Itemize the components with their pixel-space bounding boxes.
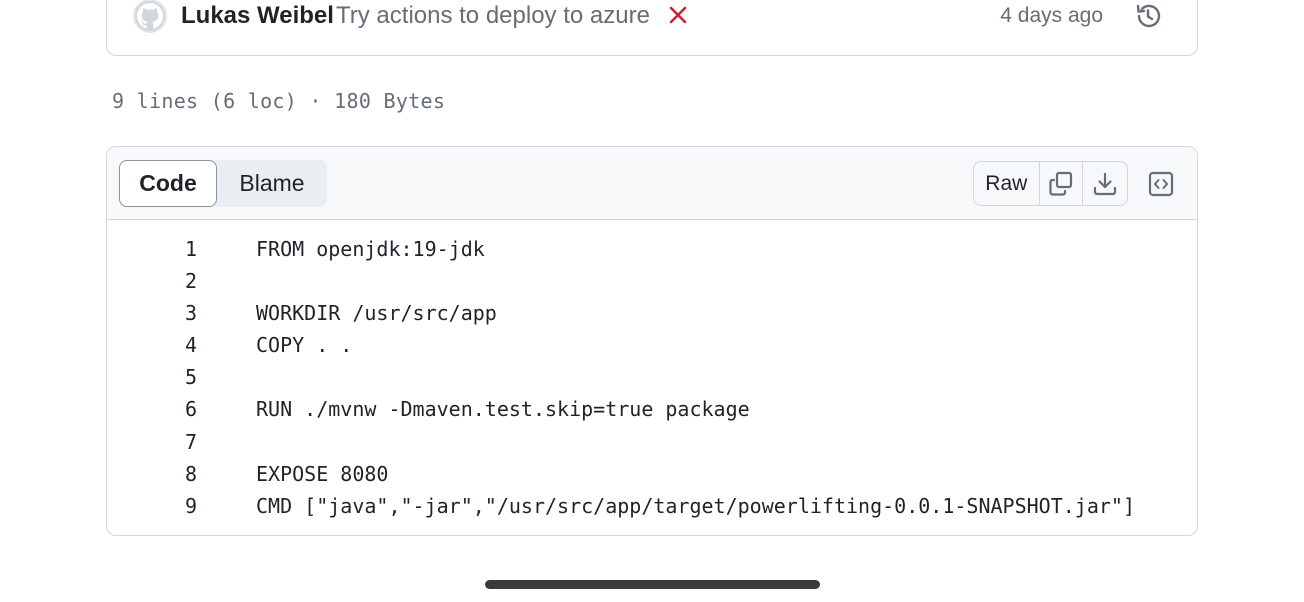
code-line: 7 — [107, 428, 1197, 460]
line-number[interactable]: 1 — [147, 237, 197, 261]
copy-button[interactable] — [1040, 162, 1084, 205]
view-toggle: Code Blame — [119, 160, 327, 207]
commit-time: 4 days ago — [1000, 4, 1103, 27]
line-text: RUN ./mvnw -Dmaven.test.skip=true packag… — [256, 397, 750, 422]
line-number[interactable]: 9 — [147, 494, 197, 518]
line-number[interactable]: 8 — [147, 462, 197, 486]
file-header: Code Blame Raw — [107, 147, 1197, 220]
history-icon[interactable] — [1133, 1, 1163, 31]
commit-author[interactable]: Lukas Weibel — [181, 2, 334, 30]
author-avatar[interactable] — [133, 0, 167, 33]
tab-blame[interactable]: Blame — [217, 160, 327, 207]
line-text: EXPOSE 8080 — [256, 461, 389, 486]
raw-button[interactable]: Raw — [974, 162, 1040, 205]
line-number[interactable]: 3 — [147, 301, 197, 325]
code-line: 1 FROM openjdk:19-jdk — [107, 235, 1197, 267]
line-text: COPY . . — [256, 333, 353, 358]
code-line: 2 — [107, 267, 1197, 299]
line-number[interactable]: 7 — [147, 430, 197, 454]
line-text: FROM openjdk:19-jdk — [256, 237, 485, 261]
code-embed-icon — [1148, 171, 1174, 196]
file-viewer: Code Blame Raw 1 FROM openjdk:19-jdk 2 3… — [106, 146, 1198, 536]
line-number[interactable]: 2 — [147, 269, 197, 293]
download-icon — [1094, 172, 1117, 195]
github-octocat-icon — [137, 3, 163, 29]
code-line: 3 WORKDIR /usr/src/app — [107, 299, 1197, 331]
line-text: CMD ["java","-jar","/usr/src/app/target/… — [256, 493, 1135, 518]
line-number[interactable]: 4 — [147, 333, 197, 357]
code-line: 8 EXPOSE 8080 — [107, 460, 1197, 492]
tab-code[interactable]: Code — [119, 160, 217, 207]
download-button[interactable] — [1083, 162, 1127, 205]
file-info: 9 lines (6 loc) · 180 Bytes — [112, 89, 446, 113]
file-actions: Raw — [973, 161, 1128, 206]
latest-commit-bar: Lukas Weibel Try actions to deploy to az… — [106, 0, 1198, 56]
home-indicator[interactable] — [485, 580, 820, 589]
line-number[interactable]: 6 — [147, 397, 197, 421]
line-text: WORKDIR /usr/src/app — [256, 301, 497, 326]
code-line: 9 CMD ["java","-jar","/usr/src/app/targe… — [107, 492, 1197, 524]
code-line: 4 COPY . . — [107, 331, 1197, 363]
code-line: 6 RUN ./mvnw -Dmaven.test.skip=true pack… — [107, 395, 1197, 427]
code-content: 1 FROM openjdk:19-jdk 2 3 WORKDIR /usr/s… — [107, 235, 1197, 524]
x-fail-icon[interactable] — [667, 4, 689, 26]
code-line: 5 — [107, 363, 1197, 395]
symbols-panel-button[interactable] — [1141, 161, 1181, 206]
copy-icon — [1049, 171, 1073, 196]
line-number[interactable]: 5 — [147, 365, 197, 389]
commit-message[interactable]: Try actions to deploy to azure — [336, 2, 650, 30]
